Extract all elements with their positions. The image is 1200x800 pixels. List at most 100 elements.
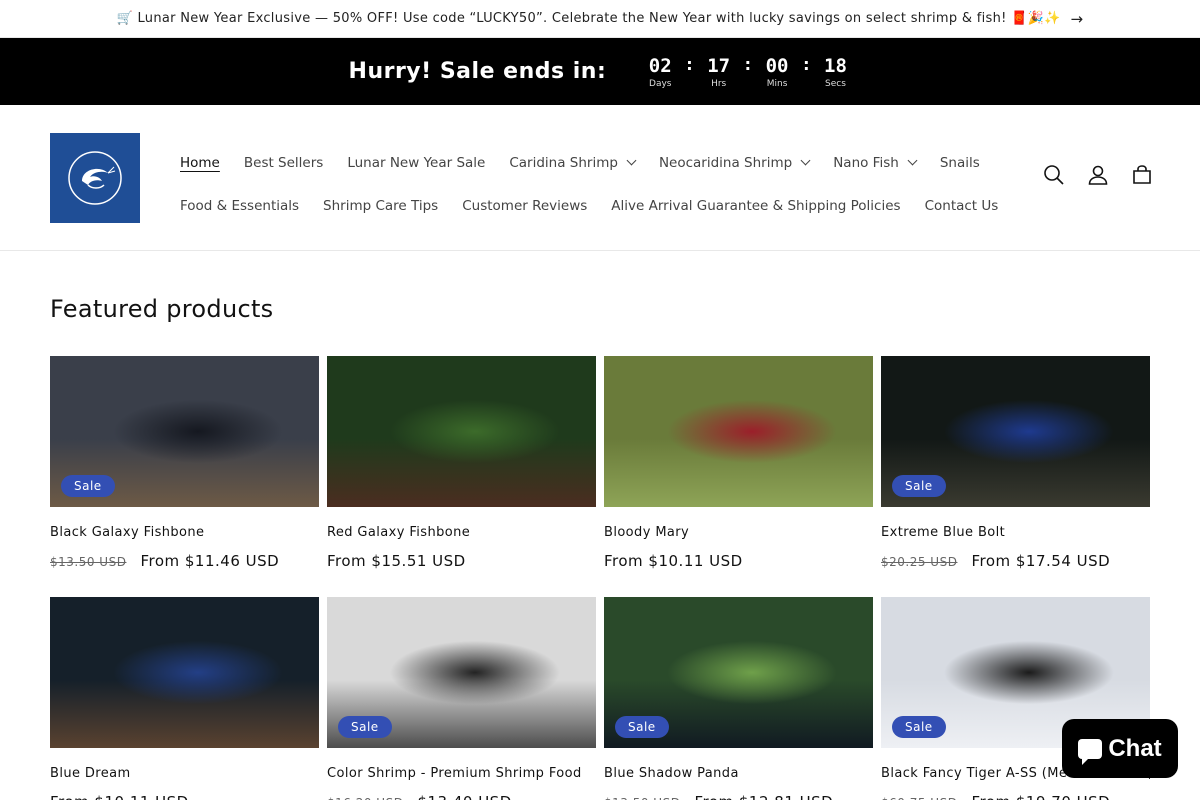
nav-item-label: Food & Essentials [180,197,300,214]
sale-badge: Sale [892,716,946,738]
product-card[interactable]: Red Galaxy Fishbone From $15.51 USD [327,356,596,597]
announcement-bar[interactable]: 🛒 Lunar New Year Exclusive — 50% OFF! Us… [0,0,1200,38]
product-price: $16.20 USD $13.40 USD [327,793,596,800]
sale-price: From $10.11 USD [604,552,743,570]
sale-price: From $15.51 USD [327,552,466,570]
product-card[interactable]: Sale Black Galaxy Fishbone $13.50 USD From … [50,356,319,597]
compare-at-price: $60.75 USD [881,796,957,800]
sale-price: $13.40 USD [417,793,511,800]
compare-at-price: $13.50 USD [50,555,127,569]
product-title[interactable]: Black Galaxy Fishbone [50,525,319,540]
nav-item-nano-fish[interactable]: Nano Fish [821,155,928,171]
product-price: $60.75 USD From $19.70 USD [881,793,1150,800]
store-logo[interactable] [50,133,140,223]
nav-item-label: Contact Us [924,197,999,214]
search-icon[interactable] [1042,163,1066,187]
nav-row: Home Best Sellers Lunar New Year Sale Carid… [168,141,998,184]
nav-item-best-sellers[interactable]: Best Sellers [232,155,335,171]
product-image[interactable]: Sale [50,356,319,507]
countdown-label: Secs [825,78,846,89]
product-image[interactable] [604,356,873,507]
product-image[interactable] [327,356,596,507]
compare-at-price: $13.50 USD [604,796,680,800]
sale-price: From $10.11 USD [50,793,189,800]
countdown-value: 17 [707,54,731,77]
nav-item-food-essentials[interactable]: Food & Essentials [168,198,311,214]
nav-item-label: Shrimp Care Tips [323,197,439,214]
chat-bubble-icon [1078,738,1103,765]
nav-item-label: Neocaridina Shrimp [658,154,793,171]
countdown-headline: Hurry! Sale ends in: [348,59,607,84]
countdown-hours: 17 Hrs [703,55,735,89]
countdown-seconds: 18 Secs [819,55,851,89]
chevron-down-icon [800,155,811,166]
product-image[interactable] [50,597,319,748]
product-title[interactable]: Blue Shadow Panda [604,766,873,781]
nav-item-label: Best Sellers [243,154,324,171]
nav-item-label: Home [180,154,220,171]
product-title[interactable]: Red Galaxy Fishbone [327,525,596,540]
countdown-bar: Hurry! Sale ends in: 02 Days : 17 Hrs : … [0,38,1200,105]
compare-at-price: $20.25 USD [881,555,958,569]
nav-item-label: Snails [939,154,980,171]
nav-row: Food & Essentials Shrimp Care Tips Custome… [168,184,998,227]
countdown-label: Days [649,78,672,89]
product-title[interactable]: Extreme Blue Bolt [881,525,1150,540]
product-price: $13.50 USD From $12.81 USD [604,793,873,800]
nav-item-caridina-shrimp[interactable]: Caridina Shrimp [497,155,647,171]
sale-badge: Sale [615,716,669,738]
site-header: Home Best Sellers Lunar New Year Sale Carid… [0,105,1200,251]
product-title[interactable]: Bloody Mary [604,525,873,540]
chat-label: Chat [1108,734,1162,762]
countdown-days: 02 Days [644,55,676,89]
sale-price: From $12.81 USD [694,793,833,800]
product-price: From $10.11 USD [604,552,873,570]
sale-badge: Sale [338,716,392,738]
product-card[interactable]: Blue Dream From $10.11 USD [50,597,319,800]
product-image[interactable]: Sale [881,356,1150,507]
sale-price: From $19.70 USD [971,793,1110,800]
nav-item-neocaridina-shrimp[interactable]: Neocaridina Shrimp [647,155,821,171]
main-nav: Home Best Sellers Lunar New Year Sale Carid… [168,141,998,227]
sale-price: From $11.46 USD [140,552,280,570]
sale-price: From $17.54 USD [971,552,1111,570]
product-price: $13.50 USD From $11.46 USD [50,552,319,570]
product-card[interactable]: Sale Color Shrimp - Premium Shrimp Food $1… [327,597,596,800]
product-price: From $15.51 USD [327,552,596,570]
nav-item-contact-us[interactable]: Contact Us [913,198,1011,214]
nav-item-snails[interactable]: Snails [928,155,992,171]
countdown-separator: : [744,54,752,74]
product-image[interactable]: Sale [604,597,873,748]
product-title[interactable]: Blue Dream [50,766,319,781]
countdown-timer: 02 Days : 17 Hrs : 00 Mins : 18 Secs [644,55,851,89]
account-icon[interactable] [1086,163,1110,187]
countdown-value: 02 [648,54,672,77]
chat-button[interactable]: Chat [1062,719,1178,778]
nav-item-alive-arrival-guarantee-shipping-policies[interactable]: Alive Arrival Guarantee & Shipping Polic… [599,198,912,214]
shrimp-logo-icon [68,151,122,205]
nav-item-label: Lunar New Year Sale [347,154,486,171]
product-card[interactable]: Bloody Mary From $10.11 USD [604,356,873,597]
arrow-right-icon[interactable]: → [1071,10,1084,28]
product-image[interactable]: Sale [327,597,596,748]
countdown-minutes: 00 Mins [761,55,793,89]
cart-icon[interactable] [1130,163,1154,187]
nav-item-home[interactable]: Home [168,155,232,171]
nav-item-customer-reviews[interactable]: Customer Reviews [450,198,599,214]
product-card[interactable]: Sale Extreme Blue Bolt $20.25 USD From $17.… [881,356,1150,597]
nav-item-shrimp-care-tips[interactable]: Shrimp Care Tips [311,198,450,214]
product-title[interactable]: Color Shrimp - Premium Shrimp Food [327,766,596,781]
product-card[interactable]: Sale Blue Shadow Panda $13.50 USD From $12.… [604,597,873,800]
countdown-value: 00 [765,54,789,77]
nav-item-label: Nano Fish [833,154,899,171]
section-title: Featured products [50,295,274,323]
countdown-separator: : [686,54,693,74]
compare-at-price: $16.20 USD [327,796,403,800]
product-grid: Sale Black Galaxy Fishbone $13.50 USD From … [50,356,1150,800]
sale-badge: Sale [892,475,946,497]
chevron-down-icon [626,155,637,166]
announcement-text: 🛒 Lunar New Year Exclusive — 50% OFF! Us… [116,11,1061,26]
countdown-value: 18 [824,54,847,77]
nav-item-lunar-new-year-sale[interactable]: Lunar New Year Sale [335,155,497,171]
nav-item-label: Alive Arrival Guarantee & Shipping Polic… [611,197,901,214]
